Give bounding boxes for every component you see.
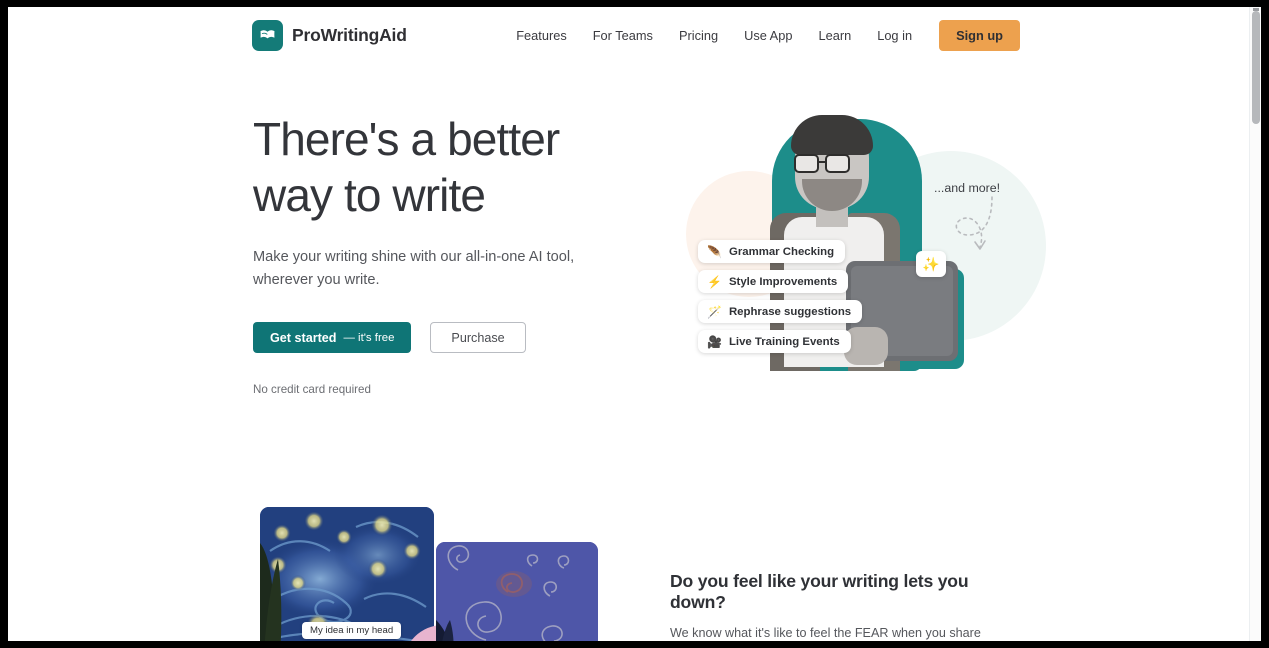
- hero-illustration: 🪶 Grammar Checking ⚡ Style Improvements …: [648, 99, 1048, 409]
- nav-link-pricing[interactable]: Pricing: [666, 20, 731, 51]
- purchase-label: Purchase: [451, 330, 505, 345]
- artwork-caption: My idea in my head: [302, 622, 402, 639]
- feature-card-label: Rephrase suggestions: [728, 305, 852, 318]
- main-navigation: Features For Teams Pricing Use App Learn…: [503, 20, 1020, 51]
- scrollbar-thumb[interactable]: [1252, 11, 1260, 124]
- sketch-artwork: [436, 542, 598, 641]
- lightning-icon: ⚡: [707, 274, 722, 289]
- glasses-right-lens: [825, 154, 850, 173]
- section-2-heading: Do you feel like your writing lets you d…: [670, 571, 969, 612]
- starry-night-artwork: My idea in my head: [260, 507, 434, 641]
- site-logo[interactable]: ProWritingAid: [252, 20, 407, 51]
- browser-viewport: ProWritingAid Features For Teams Pricing…: [8, 7, 1261, 641]
- feather-icon: 🪶: [707, 244, 722, 259]
- page-content: ProWritingAid Features For Teams Pricing…: [8, 7, 1249, 641]
- glasses-left-lens: [794, 154, 819, 173]
- brand-name: ProWritingAid: [292, 25, 407, 45]
- section-2-body: We know what it's like to feel the FEAR …: [670, 626, 981, 640]
- hero-title-line-2: way to write: [253, 169, 486, 221]
- magic-wand-icon: 🪄: [707, 304, 722, 319]
- nav-link-learn[interactable]: Learn: [805, 20, 864, 51]
- movie-camera-icon: 🎥: [707, 334, 722, 349]
- nav-link-use-app[interactable]: Use App: [731, 20, 805, 51]
- get-started-button[interactable]: Get started — it's free: [253, 322, 412, 353]
- no-credit-card-note: No credit card required: [253, 383, 371, 396]
- feature-card-label: Style Improvements: [728, 275, 838, 288]
- nav-link-log-in[interactable]: Log in: [864, 20, 925, 51]
- nav-link-for-teams[interactable]: For Teams: [580, 20, 666, 51]
- sign-up-button[interactable]: Sign up: [939, 20, 1020, 51]
- page-title: There's a better way to write: [253, 111, 593, 223]
- section-2-text: Do you feel like your writing lets you d…: [670, 571, 1018, 641]
- purchase-button[interactable]: Purchase: [430, 322, 526, 353]
- vertical-scrollbar[interactable]: [1249, 7, 1261, 641]
- feature-card-grammar-checking[interactable]: 🪶 Grammar Checking: [698, 240, 846, 263]
- hero-title-line-1: There's a better: [253, 113, 560, 165]
- prowritingaid-book-icon: [252, 20, 283, 51]
- hero-cta-group: Get started — it's free Purchase: [253, 322, 593, 353]
- feature-card-label: Live Training Events: [728, 335, 840, 348]
- site-header: ProWritingAid Features For Teams Pricing…: [8, 7, 1249, 63]
- feature-card-live-training-events[interactable]: 🎥 Live Training Events: [698, 330, 851, 353]
- dotted-curved-arrow-icon: [955, 196, 993, 250]
- feature-card-label: Grammar Checking: [728, 245, 835, 258]
- feature-card-rephrase-suggestions[interactable]: 🪄 Rephrase suggestions: [698, 300, 863, 323]
- beard: [802, 179, 862, 211]
- get-started-label: Get started: [270, 330, 337, 345]
- hair: [791, 115, 873, 155]
- feature-card-style-improvements[interactable]: ⚡ Style Improvements: [698, 270, 849, 293]
- get-started-suffix: — it's free: [343, 331, 395, 344]
- nav-link-features[interactable]: Features: [503, 20, 580, 51]
- hero-subtitle: Make your writing shine with our all-in-…: [253, 249, 575, 288]
- and-more-label: ...and more!: [934, 181, 1001, 195]
- browser-frame: ProWritingAid Features For Teams Pricing…: [0, 0, 1269, 648]
- glasses-bridge: [819, 161, 825, 164]
- hero-text-column: There's a better way to write Make your …: [253, 111, 593, 396]
